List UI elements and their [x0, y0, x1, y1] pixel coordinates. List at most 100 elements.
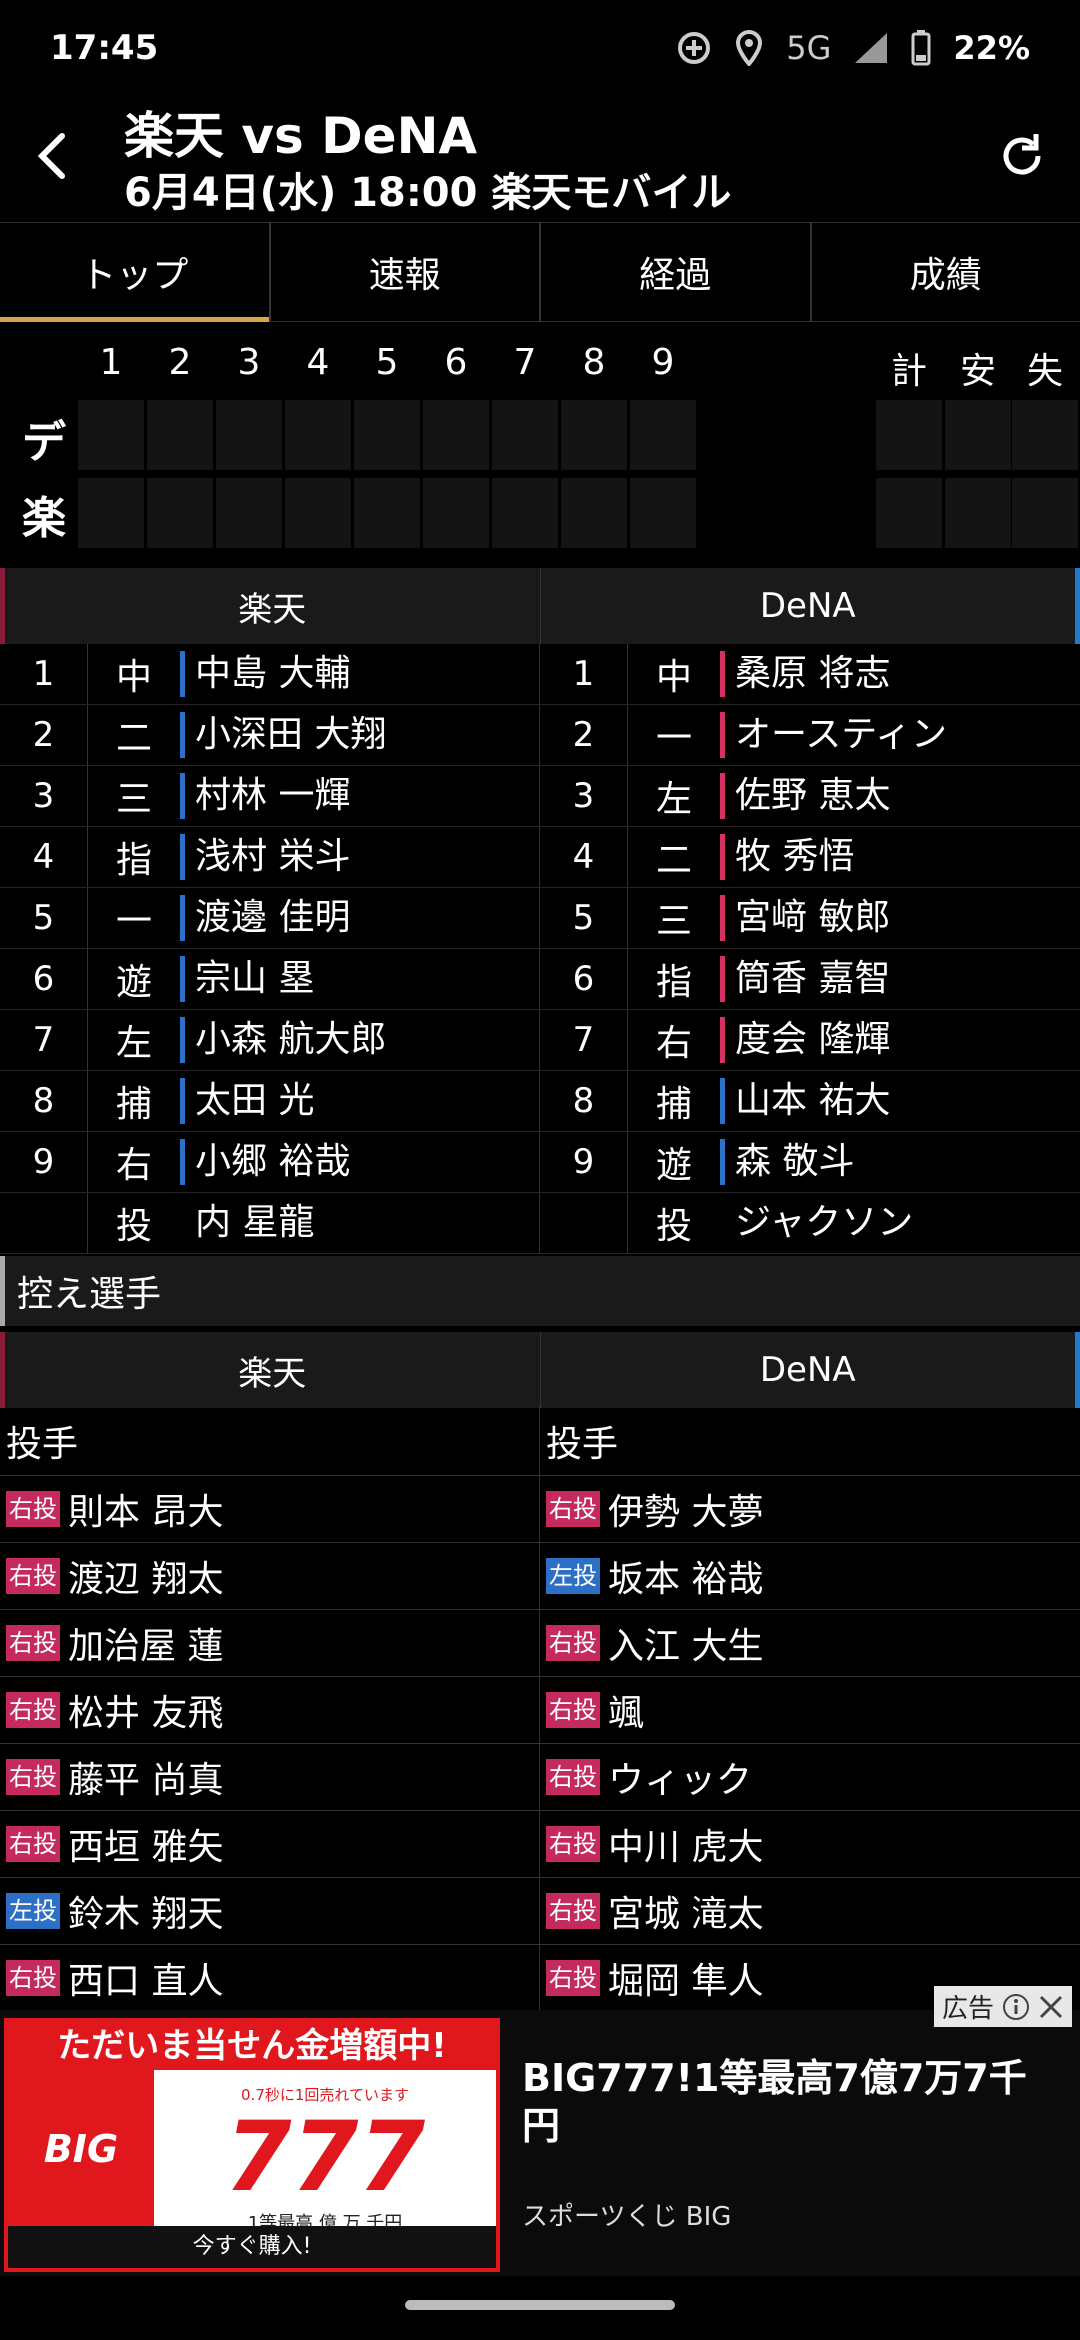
ad-buy-button[interactable]: 今すぐ購入!: [8, 2226, 496, 2268]
score-cell: [492, 478, 558, 548]
refresh-icon[interactable]: [992, 126, 1052, 186]
player-name: 村林 一輝: [180, 773, 350, 819]
back-arrow-icon[interactable]: [24, 126, 84, 186]
dena-batter[interactable]: 8 捕山本 祐大: [540, 1071, 1080, 1131]
tab-live[interactable]: 速報: [271, 223, 541, 321]
lineup-row: 2 二小深田 大翔 2 一オースティン: [0, 705, 1080, 766]
tab-stats[interactable]: 成績: [812, 223, 1080, 321]
rakuten-batter[interactable]: 2 二小深田 大翔: [0, 705, 540, 765]
rakuten-bench-pitcher[interactable]: 右投 加治屋 蓮: [0, 1610, 540, 1676]
info-icon[interactable]: [1002, 1993, 1030, 2021]
dena-batter[interactable]: 3 左佐野 恵太: [540, 766, 1080, 826]
player-name: 桑原 将志: [720, 651, 890, 697]
ad-image[interactable]: ただいま当せん金増額中! BIG 0.7秒に1回売れています 777 1等最高 …: [4, 2018, 500, 2272]
rakuten-batter[interactable]: 3 三村林 一輝: [0, 766, 540, 826]
errors-header: 失: [1026, 351, 1063, 392]
gesture-nav-bar[interactable]: [405, 2300, 675, 2310]
rakuten-bench-pitcher[interactable]: 右投 渡辺 翔太: [0, 1543, 540, 1609]
fielding-position: 中: [655, 657, 692, 698]
throwing-hand-badge: 右投: [546, 1826, 600, 1862]
batting-order: 2: [540, 705, 628, 765]
batting-order: [540, 1193, 628, 1253]
tab-bar: トップ 速報 経過 成績: [0, 222, 1080, 322]
lineup-row: 7 左小森 航大郎 7 右度会 隆輝: [0, 1010, 1080, 1071]
dena-bench-pitcher[interactable]: 左投 坂本 裕哉: [540, 1543, 1080, 1609]
rakuten-bench-pitcher[interactable]: 右投 松井 友飛: [0, 1677, 540, 1743]
player-name: 太田 光: [180, 1078, 314, 1124]
network-label: 5G: [786, 29, 832, 67]
score-cell: [1012, 478, 1078, 548]
player-name: 度会 隆輝: [720, 1017, 890, 1063]
score-cell: [561, 400, 627, 470]
player-name: 鈴木 翔天: [68, 1894, 224, 1935]
player-name: 堀岡 隼人: [608, 1961, 764, 2002]
player-name: 中島 大輔: [180, 651, 350, 697]
rakuten-bench-pitcher[interactable]: 右投 藤平 尚真: [0, 1744, 540, 1810]
lineup-row: 4 指浅村 栄斗 4 二牧 秀悟: [0, 827, 1080, 888]
dena-batter[interactable]: 投 ジャクソン: [540, 1193, 1080, 1253]
fielding-position: 一: [655, 718, 692, 759]
fielding-position: 左: [115, 1023, 152, 1064]
rakuten-batter[interactable]: 投 内 星龍: [0, 1193, 540, 1253]
close-icon[interactable]: [1038, 1994, 1064, 2020]
throwing-hand-badge: 右投: [546, 1692, 600, 1728]
tab-top[interactable]: トップ: [0, 223, 271, 322]
rakuten-batter[interactable]: 8 捕太田 光: [0, 1071, 540, 1131]
throwing-hand-badge: 右投: [6, 1960, 60, 1996]
tab-progress[interactable]: 経過: [541, 223, 812, 321]
ad-tag-text: 広告: [941, 1994, 994, 2024]
fielding-position: 三: [655, 901, 692, 942]
rakuten-batter[interactable]: 1 中中島 大輔: [0, 644, 540, 704]
rakuten-batter[interactable]: 9 右小郷 裕哉: [0, 1132, 540, 1192]
dena-batter[interactable]: 2 一オースティン: [540, 705, 1080, 765]
player-name: 入江 大生: [608, 1626, 764, 1667]
rakuten-bench-pitcher[interactable]: 右投 西口 直人: [0, 1945, 540, 2011]
dena-batter[interactable]: 1 中桑原 将志: [540, 644, 1080, 704]
ad-jackpot: 0.7秒に1回売れています 777 1等最高 億 万 千円: [158, 2078, 492, 2234]
dena-bench-pitcher[interactable]: 右投 中川 虎大: [540, 1811, 1080, 1877]
fielding-position: 右: [655, 1023, 692, 1064]
inning-header: 5: [375, 342, 399, 383]
pitchers-label: 投手: [546, 1423, 619, 1465]
ad-headline[interactable]: BIG777!1等最高7億7万7千円: [522, 2054, 1042, 2150]
batting-order: 5: [540, 888, 628, 948]
dena-batter[interactable]: 5 三宮﨑 敏郎: [540, 888, 1080, 948]
rakuten-batter[interactable]: 7 左小森 航大郎: [0, 1010, 540, 1070]
ad-banner[interactable]: 広告 ただいま当せん金増額中! BIG 0.7秒に1回売れています 777 1等…: [0, 1986, 1080, 2276]
rakuten-bench-pitcher[interactable]: 右投 則本 昂大: [0, 1476, 540, 1542]
rakuten-batter[interactable]: 6 遊宗山 塁: [0, 949, 540, 1009]
rakuten-batter[interactable]: 4 指浅村 栄斗: [0, 827, 540, 887]
pitchers-label: 投手: [0, 1406, 540, 1475]
bench-team-header: 楽天 DeNA: [0, 1332, 1080, 1408]
dena-bench-pitcher[interactable]: 右投 ウィック: [540, 1744, 1080, 1810]
bench-row: 右投 松井 友飛 右投颯: [0, 1677, 1080, 1744]
rakuten-bench-pitcher[interactable]: 左投 鈴木 翔天: [0, 1878, 540, 1944]
status-time: 17:45: [50, 28, 159, 68]
inning-header: 3: [237, 342, 261, 383]
batting-order: 4: [0, 827, 88, 887]
inning-header: 7: [513, 342, 537, 383]
dena-batter[interactable]: 6 指筒香 嘉智: [540, 949, 1080, 1009]
dena-bench-pitcher[interactable]: 右投 入江 大生: [540, 1610, 1080, 1676]
rakuten-batter[interactable]: 5 一渡邊 佳明: [0, 888, 540, 948]
dena-batter[interactable]: 9遊森 敬斗: [540, 1132, 1080, 1192]
player-name: 渡辺 翔太: [68, 1559, 224, 1600]
page-title: 楽天 vs DeNA: [124, 107, 478, 165]
score-cell: [423, 400, 489, 470]
bench-section-title: 控え選手: [0, 1256, 1080, 1326]
dena-bench-pitcher[interactable]: 右投 宮城 滝太: [540, 1878, 1080, 1944]
player-name: 加治屋 蓮: [68, 1626, 224, 1667]
bench-dena-label: DeNA: [541, 1332, 1080, 1408]
score-cell: [354, 478, 420, 548]
fielding-position: 遊: [115, 962, 152, 1003]
lineup-row: 6 遊宗山 塁 6 指筒香 嘉智: [0, 949, 1080, 1010]
dena-bench-pitcher[interactable]: 右投颯: [540, 1677, 1080, 1743]
dena-batter[interactable]: 4二牧 秀悟: [540, 827, 1080, 887]
bench-rakuten-label: 楽天: [0, 1332, 541, 1408]
ad-label[interactable]: 広告: [933, 1986, 1072, 2027]
dena-batter[interactable]: 7 右度会 隆輝: [540, 1010, 1080, 1070]
big-logo: BIG: [8, 2070, 154, 2228]
throwing-hand-badge: 右投: [6, 1558, 60, 1594]
dena-bench-pitcher[interactable]: 右投 伊勢 大夢: [540, 1476, 1080, 1542]
rakuten-bench-pitcher[interactable]: 右投 西垣 雅矢: [0, 1811, 540, 1877]
